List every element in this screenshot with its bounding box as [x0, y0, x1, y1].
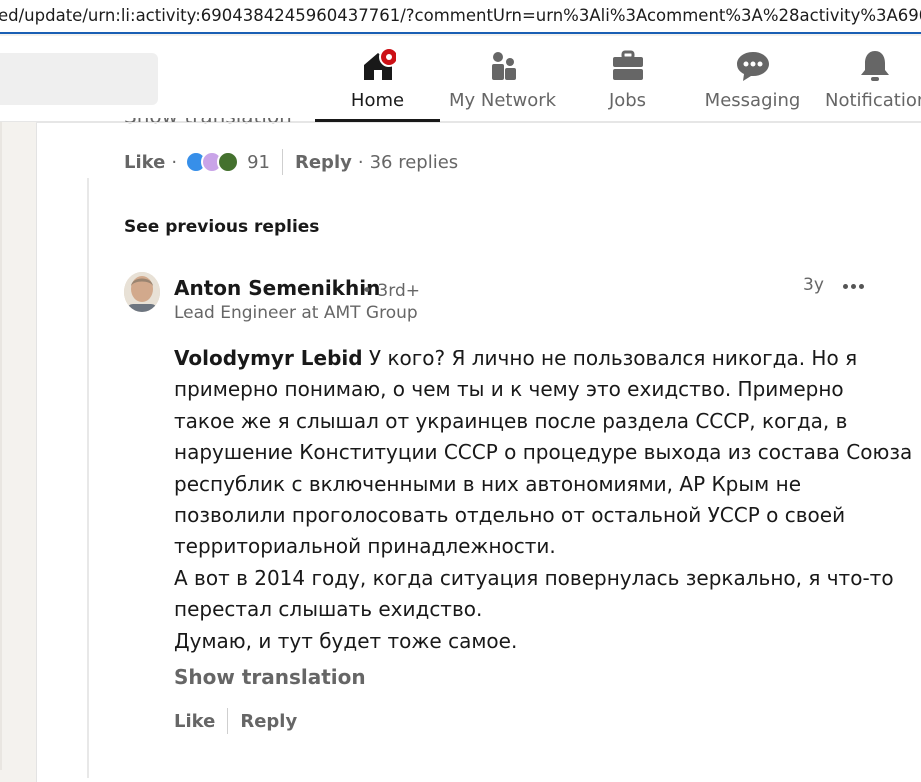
- search-input[interactable]: [0, 53, 158, 105]
- ellipsis-icon: [859, 284, 864, 289]
- comment-line: Думаю, и тут будет тоже самое.: [174, 628, 518, 653]
- messaging-icon: [736, 52, 769, 81]
- like-button[interactable]: Like: [124, 152, 165, 173]
- reply-button[interactable]: Reply: [240, 711, 297, 732]
- reply-thread-line: [87, 178, 89, 778]
- comment-line: А вот в 2014 году, когда ситуация поверн…: [174, 565, 894, 590]
- nav-jobs[interactable]: Jobs: [565, 36, 690, 122]
- comment-line: нарушение Конституции СССР о процедуре в…: [174, 440, 913, 465]
- ellipsis-icon: [851, 284, 856, 289]
- navbar-bottom-border: [36, 122, 921, 123]
- more-options-button[interactable]: [840, 276, 868, 298]
- separator-dot: ·: [357, 151, 364, 173]
- comment-timestamp: 3y: [803, 275, 824, 295]
- mention-link[interactable]: Volodymyr Lebid: [174, 346, 363, 370]
- avatar-photo: [124, 272, 160, 312]
- comment-line: примерно понимаю, о чем ты и к чему это …: [174, 377, 844, 402]
- author-name[interactable]: Anton Semenikhin: [174, 276, 380, 300]
- author-headline: Lead Engineer at AMT Group: [174, 303, 418, 323]
- nav-messaging-label: Messaging: [704, 90, 801, 111]
- comment-line: республик с включенными в них автономиям…: [174, 471, 801, 496]
- support-reaction-icon: [217, 151, 240, 173]
- show-translation-button[interactable]: Show translation: [174, 665, 366, 689]
- comment-line: Volodymyr Lebid У кого? Я лично не польз…: [174, 343, 894, 374]
- like-button[interactable]: Like: [174, 711, 215, 732]
- parent-comment-actions: Like · 91 Reply · 36 replies: [124, 148, 458, 176]
- connection-degree: • 3rd+: [362, 281, 420, 301]
- reactions-summary[interactable]: 91: [185, 151, 270, 173]
- ellipsis-icon: [843, 284, 848, 289]
- replies-count[interactable]: 36 replies: [370, 152, 459, 173]
- address-bar[interactable]: ed/update/urn:li:activity:69043842459604…: [0, 0, 921, 34]
- bell-icon: [861, 51, 889, 81]
- comment-line: позволили проголосовать отдельно от оста…: [174, 503, 846, 528]
- avatar[interactable]: [124, 272, 160, 312]
- nav-home-label: Home: [350, 90, 405, 111]
- comment-line: такое же я слышал от украинцев после раз…: [174, 408, 848, 433]
- divider: [281, 149, 283, 175]
- nav-messaging[interactable]: Messaging: [690, 36, 815, 122]
- nav-my-network[interactable]: My Network: [440, 36, 565, 122]
- nav-notifications-label: Notification: [825, 90, 921, 111]
- see-previous-replies-button[interactable]: See previous replies: [124, 217, 319, 237]
- briefcase-icon: [612, 50, 643, 80]
- top-navbar: Home My Network Jobs Messaging Notificat…: [0, 36, 921, 122]
- nav-home[interactable]: Home: [315, 36, 440, 122]
- comment-line: территориальной принадлежности.: [174, 534, 556, 559]
- reply-button[interactable]: Reply: [295, 152, 352, 173]
- nav-my-network-label: My Network: [448, 90, 557, 111]
- network-icon: [491, 52, 516, 80]
- separator-dot: ·: [171, 151, 178, 173]
- nav-notifications[interactable]: Notification: [815, 36, 921, 122]
- left-rail: [0, 122, 36, 770]
- url-text: ed/update/urn:li:activity:69043842459604…: [0, 6, 921, 25]
- reaction-count: 91: [247, 151, 270, 173]
- comment-body: Volodymyr Lebid У кого? Я лично не польз…: [174, 343, 913, 657]
- nav-jobs-label: Jobs: [608, 90, 647, 111]
- comment-text: У кого? Я лично не пользовался никогда. …: [362, 346, 858, 370]
- home-icon: [363, 48, 396, 80]
- divider: [227, 708, 229, 734]
- reply-actions: Like Reply: [174, 708, 297, 734]
- comment-line: перестал слышать ехидство.: [174, 597, 483, 622]
